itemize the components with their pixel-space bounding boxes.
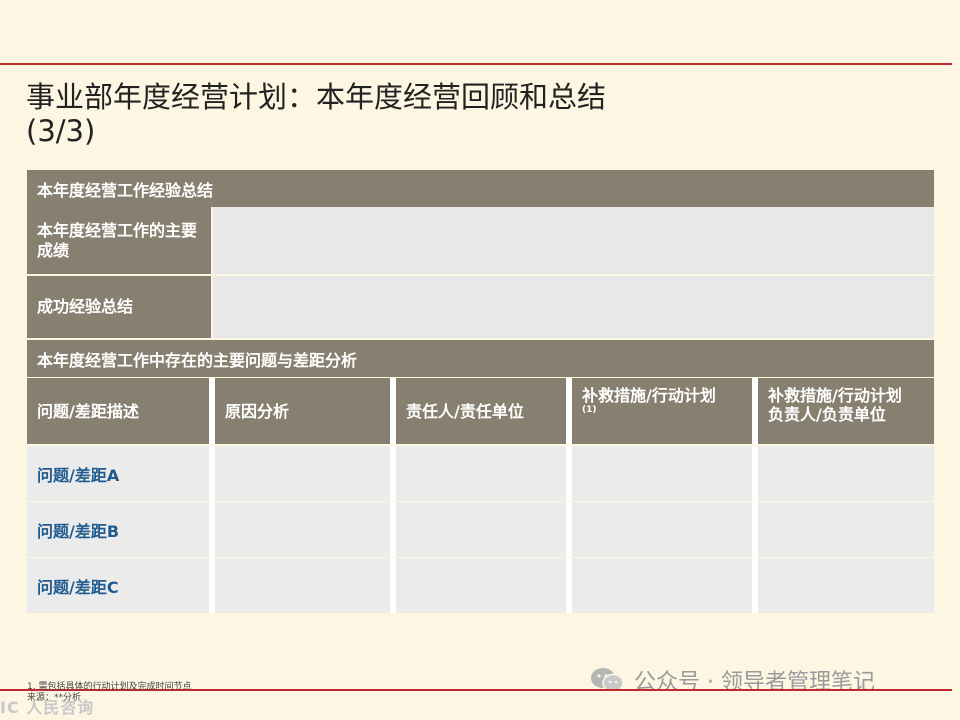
table-row: 问题/差距B [27,502,934,557]
watermark: 公众号 · 领导者管理笔记 [590,664,875,696]
column-header-cause-text: 原因分析 [225,401,290,421]
column-header-remedy-owner: 补救措施/行动计划 负责人/负责单位 [758,378,934,444]
remedy-cell[interactable] [572,502,752,557]
column-header-owner: 责任人/责任单位 [396,378,566,444]
issue-cell-c: 问题/差距C [27,558,209,613]
issues-table-header: 问题/差距描述 原因分析 责任人/责任单位 补救措施/行动计划 (1) 补救措施… [27,378,934,444]
page-title-line2: (3/3) [26,114,96,148]
owner-cell[interactable] [396,446,566,501]
cause-cell[interactable] [215,558,390,613]
row-success-experience-label: 成功经验总结 [27,276,211,338]
row-success-experience-content[interactable] [213,276,934,338]
table-row: 问题/差距A [27,446,934,501]
issue-label-b: 问题/差距B [37,521,120,541]
cause-cell[interactable] [215,446,390,501]
column-header-issue: 问题/差距描述 [27,378,209,444]
page-title-line1: 事业部年度经营计划：本年度经营回顾和总结 [26,80,607,114]
cause-cell[interactable] [215,502,390,557]
top-accent-line [0,63,952,65]
column-header-owner-text: 责任人/责任单位 [406,401,524,421]
owner-cell[interactable] [396,558,566,613]
watermark-left: IC 人民咨询 [0,698,95,717]
column-header-remedy-owner-text: 补救措施/行动计划 负责人/负责单位 [768,386,902,424]
remedy-owner-cell[interactable] [758,502,934,557]
section-heading-issues: 本年度经营工作中存在的主要问题与差距分析 [27,340,934,377]
row-main-achievements: 本年度经营工作的主要成绩 [27,207,934,274]
row-main-achievements-label: 本年度经营工作的主要成绩 [27,207,211,274]
page-title: 事业部年度经营计划：本年度经营回顾和总结 (3/3) [26,80,926,148]
footnote-line1: 1. 需包括具体的行动计划及完成时间节点 [27,682,192,692]
remedy-cell[interactable] [572,558,752,613]
section-heading-experience: 本年度经营工作经验总结 [27,170,934,207]
remedy-cell[interactable] [572,446,752,501]
row-main-achievements-label-text: 本年度经营工作的主要成绩 [37,220,198,260]
owner-cell[interactable] [396,502,566,557]
issue-cell-a: 问题/差距A [27,446,209,501]
column-header-remedy-text: 补救措施/行动计划 [582,386,716,405]
row-success-experience-label-text: 成功经验总结 [37,297,134,316]
watermark-text: 公众号 · 领导者管理笔记 [634,670,875,695]
issue-cell-b: 问题/差距B [27,502,209,557]
section-heading-issues-text: 本年度经营工作中存在的主要问题与差距分析 [37,350,358,370]
row-success-experience: 成功经验总结 [27,276,934,338]
table-row: 问题/差距C [27,558,934,613]
issue-label-c: 问题/差距C [37,577,119,597]
remedy-owner-cell[interactable] [758,558,934,613]
section-heading-experience-text: 本年度经营工作经验总结 [37,180,214,200]
row-main-achievements-content[interactable] [213,207,934,274]
issue-label-a: 问题/差距A [37,465,120,485]
column-header-remedy: 补救措施/行动计划 (1) [572,378,752,444]
column-header-issue-text: 问题/差距描述 [37,401,139,421]
remedy-owner-cell[interactable] [758,446,934,501]
column-header-remedy-note: (1) [582,405,597,415]
column-header-cause: 原因分析 [215,378,390,444]
